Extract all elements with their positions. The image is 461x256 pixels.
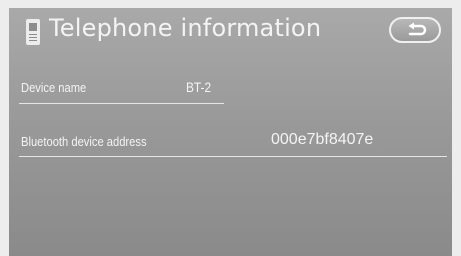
divider	[19, 103, 224, 104]
phone-screen-shape	[29, 23, 37, 31]
return-arrow-icon	[408, 22, 427, 36]
display-frame: Telephone information Device name BT-2 B…	[0, 0, 461, 256]
telephone-icon	[26, 19, 40, 45]
phone-keypad-shape	[29, 34, 37, 41]
device-name-value: BT-2	[186, 79, 212, 95]
back-button[interactable]	[389, 17, 441, 43]
page-title: Telephone information	[49, 14, 322, 42]
telephone-information-screen: Telephone information Device name BT-2 B…	[9, 8, 452, 256]
bluetooth-address-value: 000e7bf8407e	[271, 131, 374, 148]
bluetooth-address-label: Bluetooth device address	[21, 134, 147, 149]
device-name-label: Device name	[21, 80, 87, 95]
divider	[19, 156, 447, 157]
